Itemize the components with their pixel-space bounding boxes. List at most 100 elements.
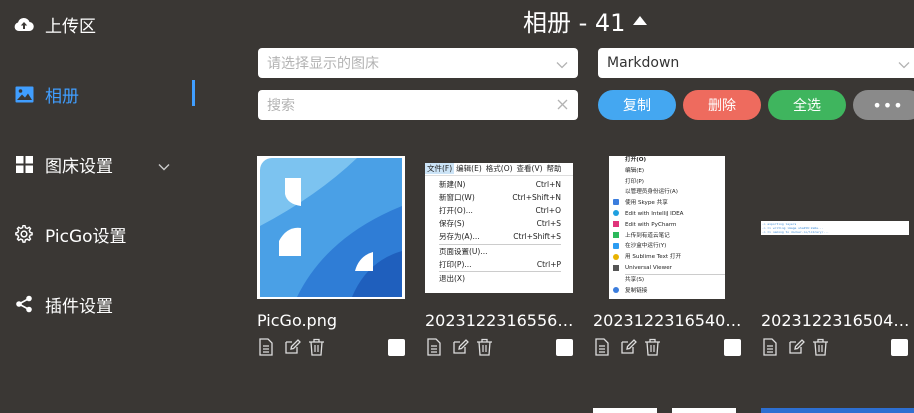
menu-row: 保存(S) Ctrl+S — [439, 217, 561, 230]
menubar-item: 格式(O) — [485, 164, 513, 173]
menu-shortcut: Ctrl+S — [536, 219, 561, 229]
menu-label: 页面设置(U)... — [439, 246, 488, 256]
menu-shortcut: Ctrl+P — [536, 259, 561, 269]
context-menu-item: 打印(P) — [625, 178, 644, 185]
copy-button[interactable]: 复制 — [598, 90, 676, 120]
sidebar-item-gallery[interactable]: 相册 — [0, 74, 200, 114]
shield-icon — [613, 199, 619, 205]
menubar-item: 文件(F) — [425, 163, 455, 174]
format-select-value: Markdown — [607, 55, 680, 71]
sublime-icon — [613, 265, 619, 271]
image-thumbnail[interactable]: 文件(F) 编辑(E) 格式(O) 查看(V) 帮助 新建(N) Ctrl+N 新… — [425, 156, 573, 299]
context-menu-item: 使用 Skype 共享 — [625, 200, 668, 207]
youdao-icon — [613, 243, 619, 249]
chevron-down-icon — [158, 156, 170, 176]
sidebar-item-picbed-settings[interactable]: 图床设置 — [0, 144, 200, 184]
menu-label: 退出(X) — [439, 273, 465, 283]
context-menu-item: Edit with PyCharm — [625, 221, 677, 228]
menu-label: 新窗口(W) — [439, 192, 475, 202]
menu-shortcut: Ctrl+O — [535, 205, 561, 215]
gear-icon — [14, 224, 34, 244]
menu-row: 新建(N) Ctrl+N — [439, 178, 561, 191]
cloud-upload-icon — [14, 14, 34, 34]
sidebar-item-label: 上传区 — [45, 16, 96, 37]
context-menu-item: 以管理员身份运行(A) — [625, 189, 678, 196]
context-menu-item: 编辑(E) — [625, 167, 645, 174]
clear-icon[interactable] — [557, 98, 568, 114]
menu-label: 另存为(A)... — [439, 232, 480, 242]
chevron-down-icon — [898, 57, 910, 73]
format-select[interactable]: Markdown — [598, 48, 914, 78]
next-row-thumbnail — [672, 408, 736, 413]
context-menu-item: 复制链接 — [625, 287, 648, 294]
menu-row: 新窗口(W) Ctrl+Shift+N — [439, 191, 561, 204]
image-filename: 2023122316540… — [593, 311, 742, 330]
trash-icon[interactable] — [644, 338, 662, 356]
sidebar-item-picgo-settings[interactable]: PicGo设置 — [0, 214, 200, 254]
select-checkbox[interactable] — [556, 339, 573, 356]
picbed-select-placeholder: 请选择显示的图床 — [267, 56, 379, 72]
sidebar-item-label: 图床设置 — [45, 156, 113, 177]
menu-label: 打印(P)... — [439, 259, 472, 269]
edit-icon[interactable] — [452, 338, 470, 356]
gallery-title[interactable]: 相册 - 41 — [523, 4, 648, 37]
grid-icon — [14, 154, 34, 174]
sidebar-item-label: PicGo设置 — [45, 226, 127, 247]
menu-row: 打开(O)... Ctrl+O — [439, 204, 561, 217]
select-checkbox[interactable] — [724, 339, 741, 356]
sidebar-item-plugin-settings[interactable]: 插件设置 — [0, 284, 200, 324]
sandbox-icon — [613, 254, 619, 260]
context-menu-item: 上传到有道云笔记 — [625, 232, 670, 239]
sort-up-icon[interactable] — [633, 15, 648, 25]
notepad-menubar: 文件(F) 编辑(E) 格式(O) 查看(V) 帮助 — [425, 162, 573, 176]
notepad-menu-list: 新建(N) Ctrl+N 新窗口(W) Ctrl+Shift+N 打开(O)... C… — [425, 176, 573, 286]
menu-shortcut: Ctrl+N — [535, 179, 561, 189]
trash-icon[interactable] — [476, 338, 494, 356]
image-thumbnail[interactable]: 打开(O) 编辑(E) 打印(P) 以管理员身份运行(A) 使用 Skype 共… — [593, 156, 741, 299]
select-checkbox[interactable] — [388, 339, 405, 356]
skype-icon — [613, 210, 619, 216]
document-icon[interactable] — [426, 338, 444, 356]
trash-icon[interactable] — [812, 338, 830, 356]
context-menu-item: Edit with IntelliJ IDEA — [625, 210, 684, 217]
code-line: -> => naming to docker.io/library/... — [762, 230, 829, 235]
edit-icon[interactable] — [620, 338, 638, 356]
sidebar-item-label: 插件设置 — [45, 296, 113, 317]
picbed-select[interactable]: 请选择显示的图床 — [258, 48, 578, 78]
more-button[interactable]: ••• — [853, 90, 914, 120]
trash-icon[interactable] — [308, 338, 326, 356]
sidebar-item-upload[interactable]: 上传区 — [0, 4, 200, 44]
context-menu-item: 用 Sublime Text 打开 — [625, 254, 682, 261]
share-icon — [613, 287, 619, 293]
delete-button[interactable]: 删除 — [683, 90, 761, 120]
context-menu-item: 在沙盒中运行(Y) — [625, 243, 667, 250]
document-icon[interactable] — [258, 338, 276, 356]
image-thumbnail[interactable] — [257, 156, 405, 299]
document-icon[interactable] — [762, 338, 780, 356]
search-input[interactable]: 搜索 — [258, 90, 578, 120]
next-row-thumbnail — [593, 408, 657, 413]
image-filename: 2023122316556… — [425, 311, 574, 330]
active-indicator — [192, 80, 195, 106]
gallery-title-text: 相册 - 41 — [523, 8, 626, 37]
menubar-item: 帮助 — [546, 164, 562, 173]
menu-row: 打印(P)... Ctrl+P — [439, 258, 561, 272]
menu-shortcut: Ctrl+Shift+N — [512, 192, 561, 202]
menu-shortcut: Ctrl+Shift+S — [513, 232, 561, 242]
menu-row: 页面设置(U)... — [439, 245, 561, 258]
sidebar-item-label: 相册 — [45, 86, 79, 107]
edit-icon[interactable] — [284, 338, 302, 356]
search-placeholder: 搜索 — [267, 98, 295, 114]
edit-icon[interactable] — [788, 338, 806, 356]
image-thumbnail[interactable]: -> exporting layers -> => writing image … — [761, 156, 909, 299]
menubar-item: 查看(V) — [516, 164, 543, 173]
menu-row: 退出(X) — [439, 272, 561, 285]
menu-label: 打开(O)... — [439, 205, 473, 215]
context-menu-item: 打开(O) — [625, 157, 647, 163]
code-snippet: -> exporting layers -> => writing image … — [761, 220, 909, 235]
select-checkbox[interactable] — [891, 339, 908, 356]
menu-row: 另存为(A)... Ctrl+Shift+S — [439, 230, 561, 245]
select-all-button[interactable]: 全选 — [768, 90, 846, 120]
document-icon[interactable] — [594, 338, 612, 356]
image-filename: PicGo.png — [257, 311, 337, 330]
